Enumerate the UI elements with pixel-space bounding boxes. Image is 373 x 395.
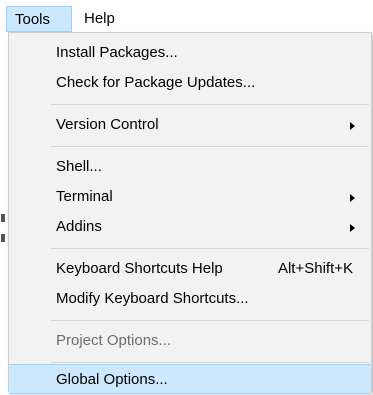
chevron-right-icon: [350, 224, 355, 232]
background-edge-mark: [1, 214, 5, 222]
menu-separator: [51, 320, 369, 321]
menu-item-label: Check for Package Updates...: [56, 74, 256, 91]
background-edge-mark: [1, 234, 5, 242]
menu-item-label: Addins: [56, 218, 102, 235]
background-window-edge: [0, 34, 8, 395]
menu-bar: Tools Help: [0, 0, 373, 34]
menu-item-project-options: Project Options...: [9, 326, 371, 356]
menu-item-label: Install Packages...: [56, 44, 178, 61]
menu-separator: [51, 104, 369, 105]
menu-separator: [51, 146, 369, 147]
menu-item-label: Keyboard Shortcuts Help: [56, 260, 223, 277]
menu-item-shortcut: Alt+Shift+K: [277, 260, 353, 277]
menu-item-label: Terminal: [56, 188, 113, 205]
menu-help[interactable]: Help: [76, 6, 128, 32]
menu-item-check-updates[interactable]: Check for Package Updates...: [9, 68, 371, 98]
menu-tools[interactable]: Tools: [6, 6, 72, 32]
menu-item-terminal[interactable]: Terminal: [9, 182, 371, 212]
menu-item-keyboard-shortcuts-help[interactable]: Keyboard Shortcuts Help Alt+Shift+K: [9, 254, 371, 284]
menu-separator: [51, 248, 369, 249]
menu-item-label: Project Options...: [56, 332, 172, 349]
menu-separator: [51, 362, 369, 363]
menu-item-addins[interactable]: Addins: [9, 212, 371, 242]
menu-item-shell[interactable]: Shell...: [9, 152, 371, 182]
menu-item-version-control[interactable]: Version Control: [9, 110, 371, 140]
chevron-right-icon: [350, 122, 355, 130]
tools-dropdown-menu: Install Packages... Check for Package Up…: [8, 32, 372, 394]
menu-item-label: Version Control: [56, 116, 159, 133]
menu-item-label: Global Options...: [56, 371, 168, 388]
menu-item-global-options[interactable]: Global Options...: [9, 364, 371, 394]
menu-item-label: Shell...: [56, 158, 102, 175]
menu-item-label: Modify Keyboard Shortcuts...: [56, 290, 249, 307]
chevron-right-icon: [350, 194, 355, 202]
menu-item-install-packages[interactable]: Install Packages...: [9, 38, 371, 68]
menu-item-modify-keyboard-shortcuts[interactable]: Modify Keyboard Shortcuts...: [9, 284, 371, 314]
